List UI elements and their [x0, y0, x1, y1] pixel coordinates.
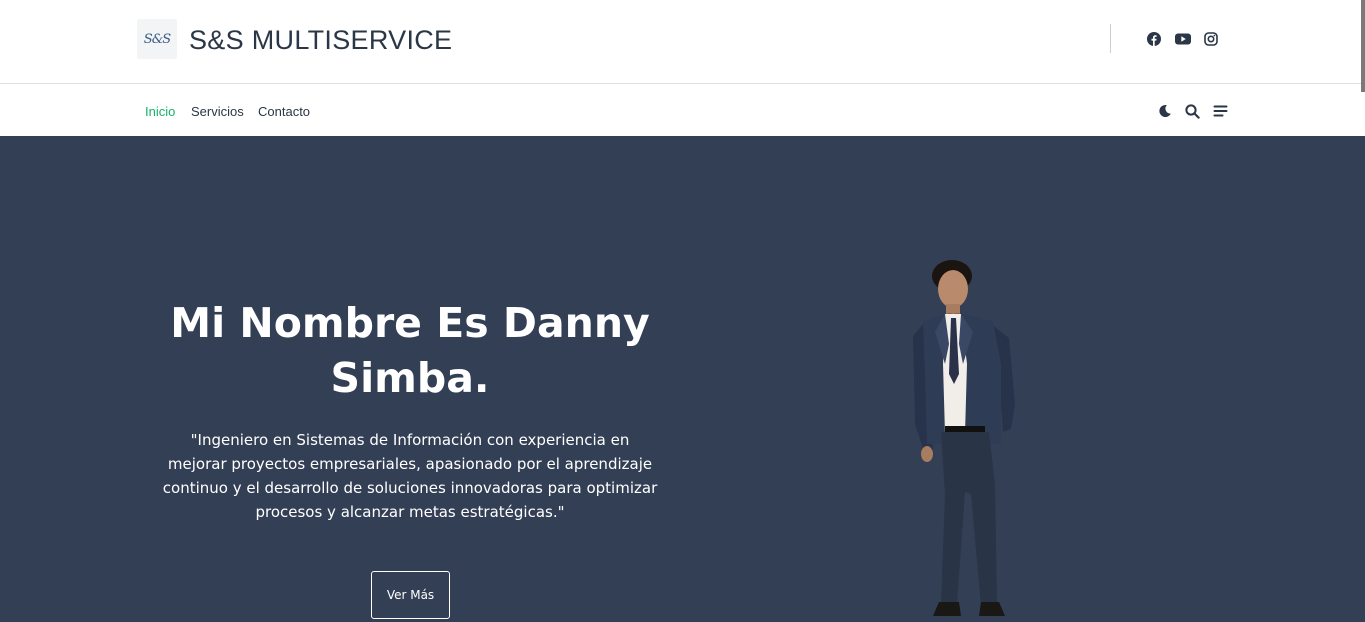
header-divider	[1110, 24, 1111, 53]
instagram-icon[interactable]	[1203, 31, 1219, 47]
hero-title: Mi Nombre Es Danny Simba.	[170, 299, 650, 402]
page-scrollbar[interactable]	[1361, 0, 1365, 92]
nav-item-contacto[interactable]: Contacto	[258, 104, 310, 119]
logo-mark: S&S	[143, 31, 171, 47]
ver-mas-button[interactable]: Ver Más	[371, 571, 450, 619]
search-icon[interactable]	[1183, 102, 1201, 120]
main-nav: Inicio Servicios Contacto	[0, 85, 1365, 136]
site-title[interactable]: S&S MULTISERVICE	[189, 25, 452, 56]
site-header: S&S S&S MULTISERVICE	[0, 0, 1365, 84]
site-logo[interactable]: S&S	[137, 19, 177, 59]
nav-item-inicio[interactable]: Inicio	[145, 104, 175, 119]
hero-section: Mi Nombre Es Danny Simba. "Ingeniero en …	[0, 136, 1365, 622]
nav-item-servicios[interactable]: Servicios	[191, 104, 244, 119]
person-photo	[913, 260, 1015, 616]
youtube-icon[interactable]	[1175, 31, 1191, 47]
hero-description: "Ingeniero en Sistemas de Información co…	[162, 431, 658, 521]
facebook-icon[interactable]	[1146, 31, 1162, 47]
moon-icon[interactable]	[1156, 102, 1174, 120]
menu-icon[interactable]	[1211, 102, 1229, 120]
